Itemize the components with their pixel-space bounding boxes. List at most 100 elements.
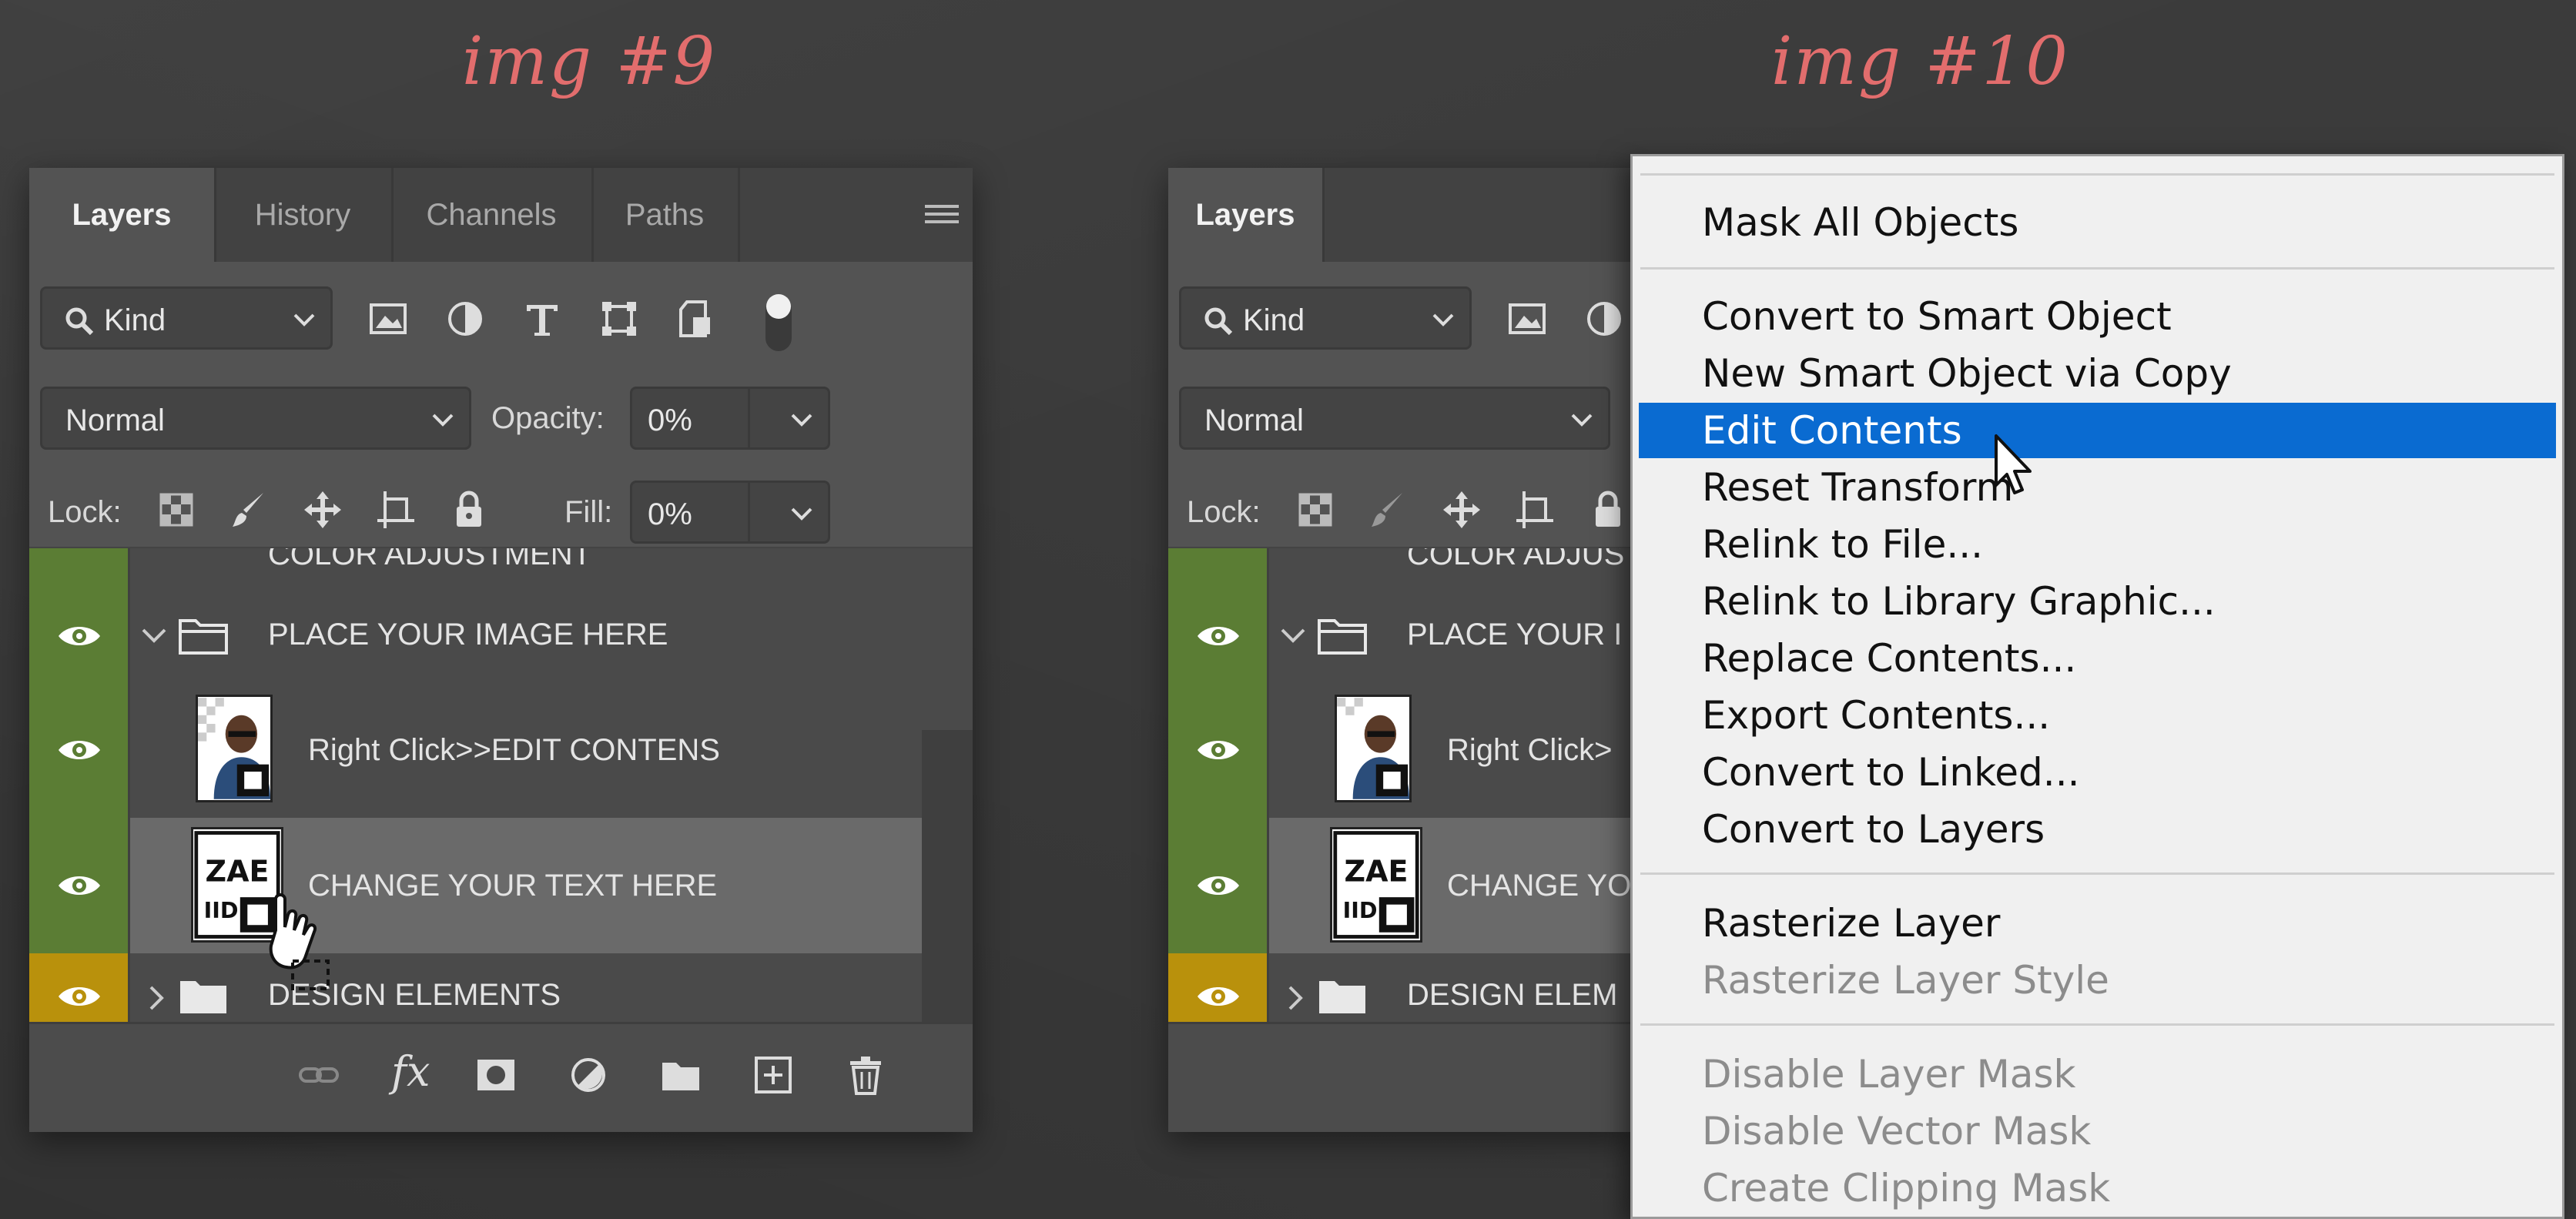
drag-hand-cursor-icon xyxy=(269,893,330,990)
filter-toggle-switch[interactable] xyxy=(761,290,796,354)
menu-item-create-clipping-mask[interactable]: Create Clipping Mask xyxy=(1633,1160,2562,1216)
chevron-down-icon[interactable] xyxy=(788,389,816,452)
filter-row: Kind xyxy=(29,283,973,353)
menu-item-reset-transform[interactable]: Reset Transform xyxy=(1633,460,2562,515)
layer-name: COLOR ADJUS xyxy=(1407,548,1625,571)
delete-layer-icon[interactable] xyxy=(846,1055,886,1095)
chevron-down-icon[interactable] xyxy=(1278,624,1308,647)
layer-row-change-your-text[interactable]: ZAE IID CHANGE YOUR TEXT HERE xyxy=(29,818,973,956)
visibility-toggle[interactable] xyxy=(1168,548,1269,591)
chevron-down-icon[interactable] xyxy=(139,624,169,647)
kind-filter-select[interactable]: Kind xyxy=(40,286,333,350)
lock-artboard-icon[interactable] xyxy=(1515,490,1555,530)
menu-item-export-contents[interactable]: Export Contents... xyxy=(1633,688,2562,743)
arrow-cursor-icon xyxy=(1995,434,2032,494)
add-mask-icon[interactable] xyxy=(476,1055,516,1095)
lock-transparent-pixels-icon[interactable] xyxy=(156,490,196,530)
panel-footer: fx xyxy=(29,1022,973,1132)
visibility-toggle[interactable] xyxy=(1168,682,1269,818)
lock-image-pixels-icon[interactable] xyxy=(1368,490,1409,530)
layer-row-place-your-image[interactable]: PLACE YOUR IMAGE HERE xyxy=(29,591,973,685)
menu-item-rasterize-layer[interactable]: Rasterize Layer xyxy=(1633,896,2562,951)
lock-all-icon[interactable] xyxy=(1588,490,1628,530)
caption-right: img #10 xyxy=(1771,23,2069,100)
new-adjustment-layer-icon[interactable] xyxy=(568,1055,608,1095)
visibility-toggle[interactable] xyxy=(29,682,130,818)
adjustment-filter-icon[interactable] xyxy=(1584,299,1624,339)
layer-name: PLACE YOUR IMAGE HERE xyxy=(268,618,668,651)
layer-row-color-adjustment[interactable]: COLOR ADJUS xyxy=(1168,548,1630,594)
visibility-toggle[interactable] xyxy=(29,548,130,591)
caption-left: img #9 xyxy=(462,23,717,100)
chevron-right-icon[interactable] xyxy=(1284,983,1307,1013)
fx-icon[interactable]: fx xyxy=(391,1047,430,1096)
blend-mode-select[interactable]: Normal xyxy=(40,387,471,450)
eye-icon xyxy=(1198,741,1239,759)
layer-row-color-adjustment[interactable]: COLOR ADJUSTMENT xyxy=(29,548,973,594)
menu-item-relink-to-file[interactable]: Relink to File... xyxy=(1633,517,2562,572)
lock-artboard-icon[interactable] xyxy=(376,490,416,530)
layer-name: CHANGE YO xyxy=(1447,869,1630,903)
shape-filter-icon[interactable] xyxy=(599,299,639,339)
kind-filter-select[interactable]: Kind xyxy=(1179,286,1472,350)
fill-input[interactable]: 0% xyxy=(630,481,830,544)
layer-row-right-click-edit[interactable]: Right Click>>EDIT CONTENS xyxy=(29,682,973,820)
menu-item-convert-to-linked[interactable]: Convert to Linked... xyxy=(1633,745,2562,800)
menu-item-disable-vector-mask[interactable]: Disable Vector Mask xyxy=(1633,1103,2562,1159)
kind-label: Kind xyxy=(1243,303,1305,337)
lock-all-icon[interactable] xyxy=(449,490,489,530)
type-filter-icon[interactable] xyxy=(522,299,562,339)
lock-transparent-pixels-icon[interactable] xyxy=(1295,490,1335,530)
link-layers-icon[interactable] xyxy=(299,1055,339,1095)
panel-menu-icon[interactable] xyxy=(925,202,959,229)
layer-row-change-your-text[interactable]: ZAE IID CHANGE YO xyxy=(1168,818,1630,956)
menu-separator xyxy=(1640,267,2554,270)
menu-item-replace-contents[interactable]: Replace Contents... xyxy=(1633,631,2562,686)
tab-layers[interactable]: Layers xyxy=(1168,168,1325,262)
pixel-layer-filter-icon[interactable] xyxy=(368,299,408,339)
svg-text:IID: IID xyxy=(1343,898,1378,923)
layer-row-place-your-image[interactable]: PLACE YOUR I xyxy=(1168,591,1630,685)
lock-position-icon[interactable] xyxy=(303,490,343,530)
menu-separator xyxy=(1640,173,2554,176)
menu-item-disable-layer-mask[interactable]: Disable Layer Mask xyxy=(1633,1047,2562,1102)
menu-item-relink-to-library-graphic[interactable]: Relink to Library Graphic... xyxy=(1633,574,2562,629)
panel-footer xyxy=(1168,1022,1630,1132)
menu-item-convert-to-smart-object[interactable]: Convert to Smart Object xyxy=(1633,289,2562,344)
layer-name: DESIGN ELEM xyxy=(1407,978,1618,1012)
filter-row: Kind xyxy=(1168,283,1630,353)
visibility-toggle[interactable] xyxy=(29,591,130,682)
visibility-toggle[interactable] xyxy=(1168,818,1269,953)
opacity-input[interactable]: 0% xyxy=(630,387,830,450)
menu-item-convert-to-layers[interactable]: Convert to Layers xyxy=(1633,802,2562,857)
chevron-down-icon xyxy=(1571,414,1593,427)
lock-position-icon[interactable] xyxy=(1442,490,1482,530)
folder-icon xyxy=(179,619,228,655)
adjustment-filter-icon[interactable] xyxy=(445,299,485,339)
tab-history[interactable]: History xyxy=(214,168,394,262)
tab-paths[interactable]: Paths xyxy=(591,168,740,262)
chevron-right-icon[interactable] xyxy=(145,983,168,1013)
chevron-down-icon[interactable] xyxy=(788,483,816,546)
opacity-value: 0% xyxy=(648,404,692,437)
lock-label: Lock: xyxy=(1187,495,1261,529)
lock-image-pixels-icon[interactable] xyxy=(229,490,270,530)
visibility-toggle[interactable] xyxy=(29,818,130,953)
pixel-layer-filter-icon[interactable] xyxy=(1507,299,1547,339)
chevron-down-icon xyxy=(1432,313,1454,327)
tab-layers[interactable]: Layers xyxy=(29,168,216,262)
text-smart-object-thumbnail: ZAE IID xyxy=(1330,827,1422,943)
new-group-icon[interactable] xyxy=(661,1055,701,1095)
menu-item-mask-all-objects[interactable]: Mask All Objects xyxy=(1633,195,2562,250)
visibility-toggle[interactable] xyxy=(1168,591,1269,682)
search-icon xyxy=(1204,307,1233,336)
tab-channels[interactable]: Channels xyxy=(391,168,594,262)
menu-item-edit-contents[interactable]: Edit Contents xyxy=(1639,403,2556,458)
menu-item-rasterize-layer-style[interactable]: Rasterize Layer Style xyxy=(1633,953,2562,1008)
blend-mode-select[interactable]: Normal xyxy=(1179,387,1610,450)
new-layer-icon[interactable] xyxy=(753,1055,793,1095)
smart-object-filter-icon[interactable] xyxy=(676,299,716,339)
layer-row-right-click-edit[interactable]: Right Click> xyxy=(1168,682,1630,820)
layer-name: Right Click>>EDIT CONTENS xyxy=(308,733,720,767)
menu-item-new-smart-object-via-copy[interactable]: New Smart Object via Copy xyxy=(1633,346,2562,401)
